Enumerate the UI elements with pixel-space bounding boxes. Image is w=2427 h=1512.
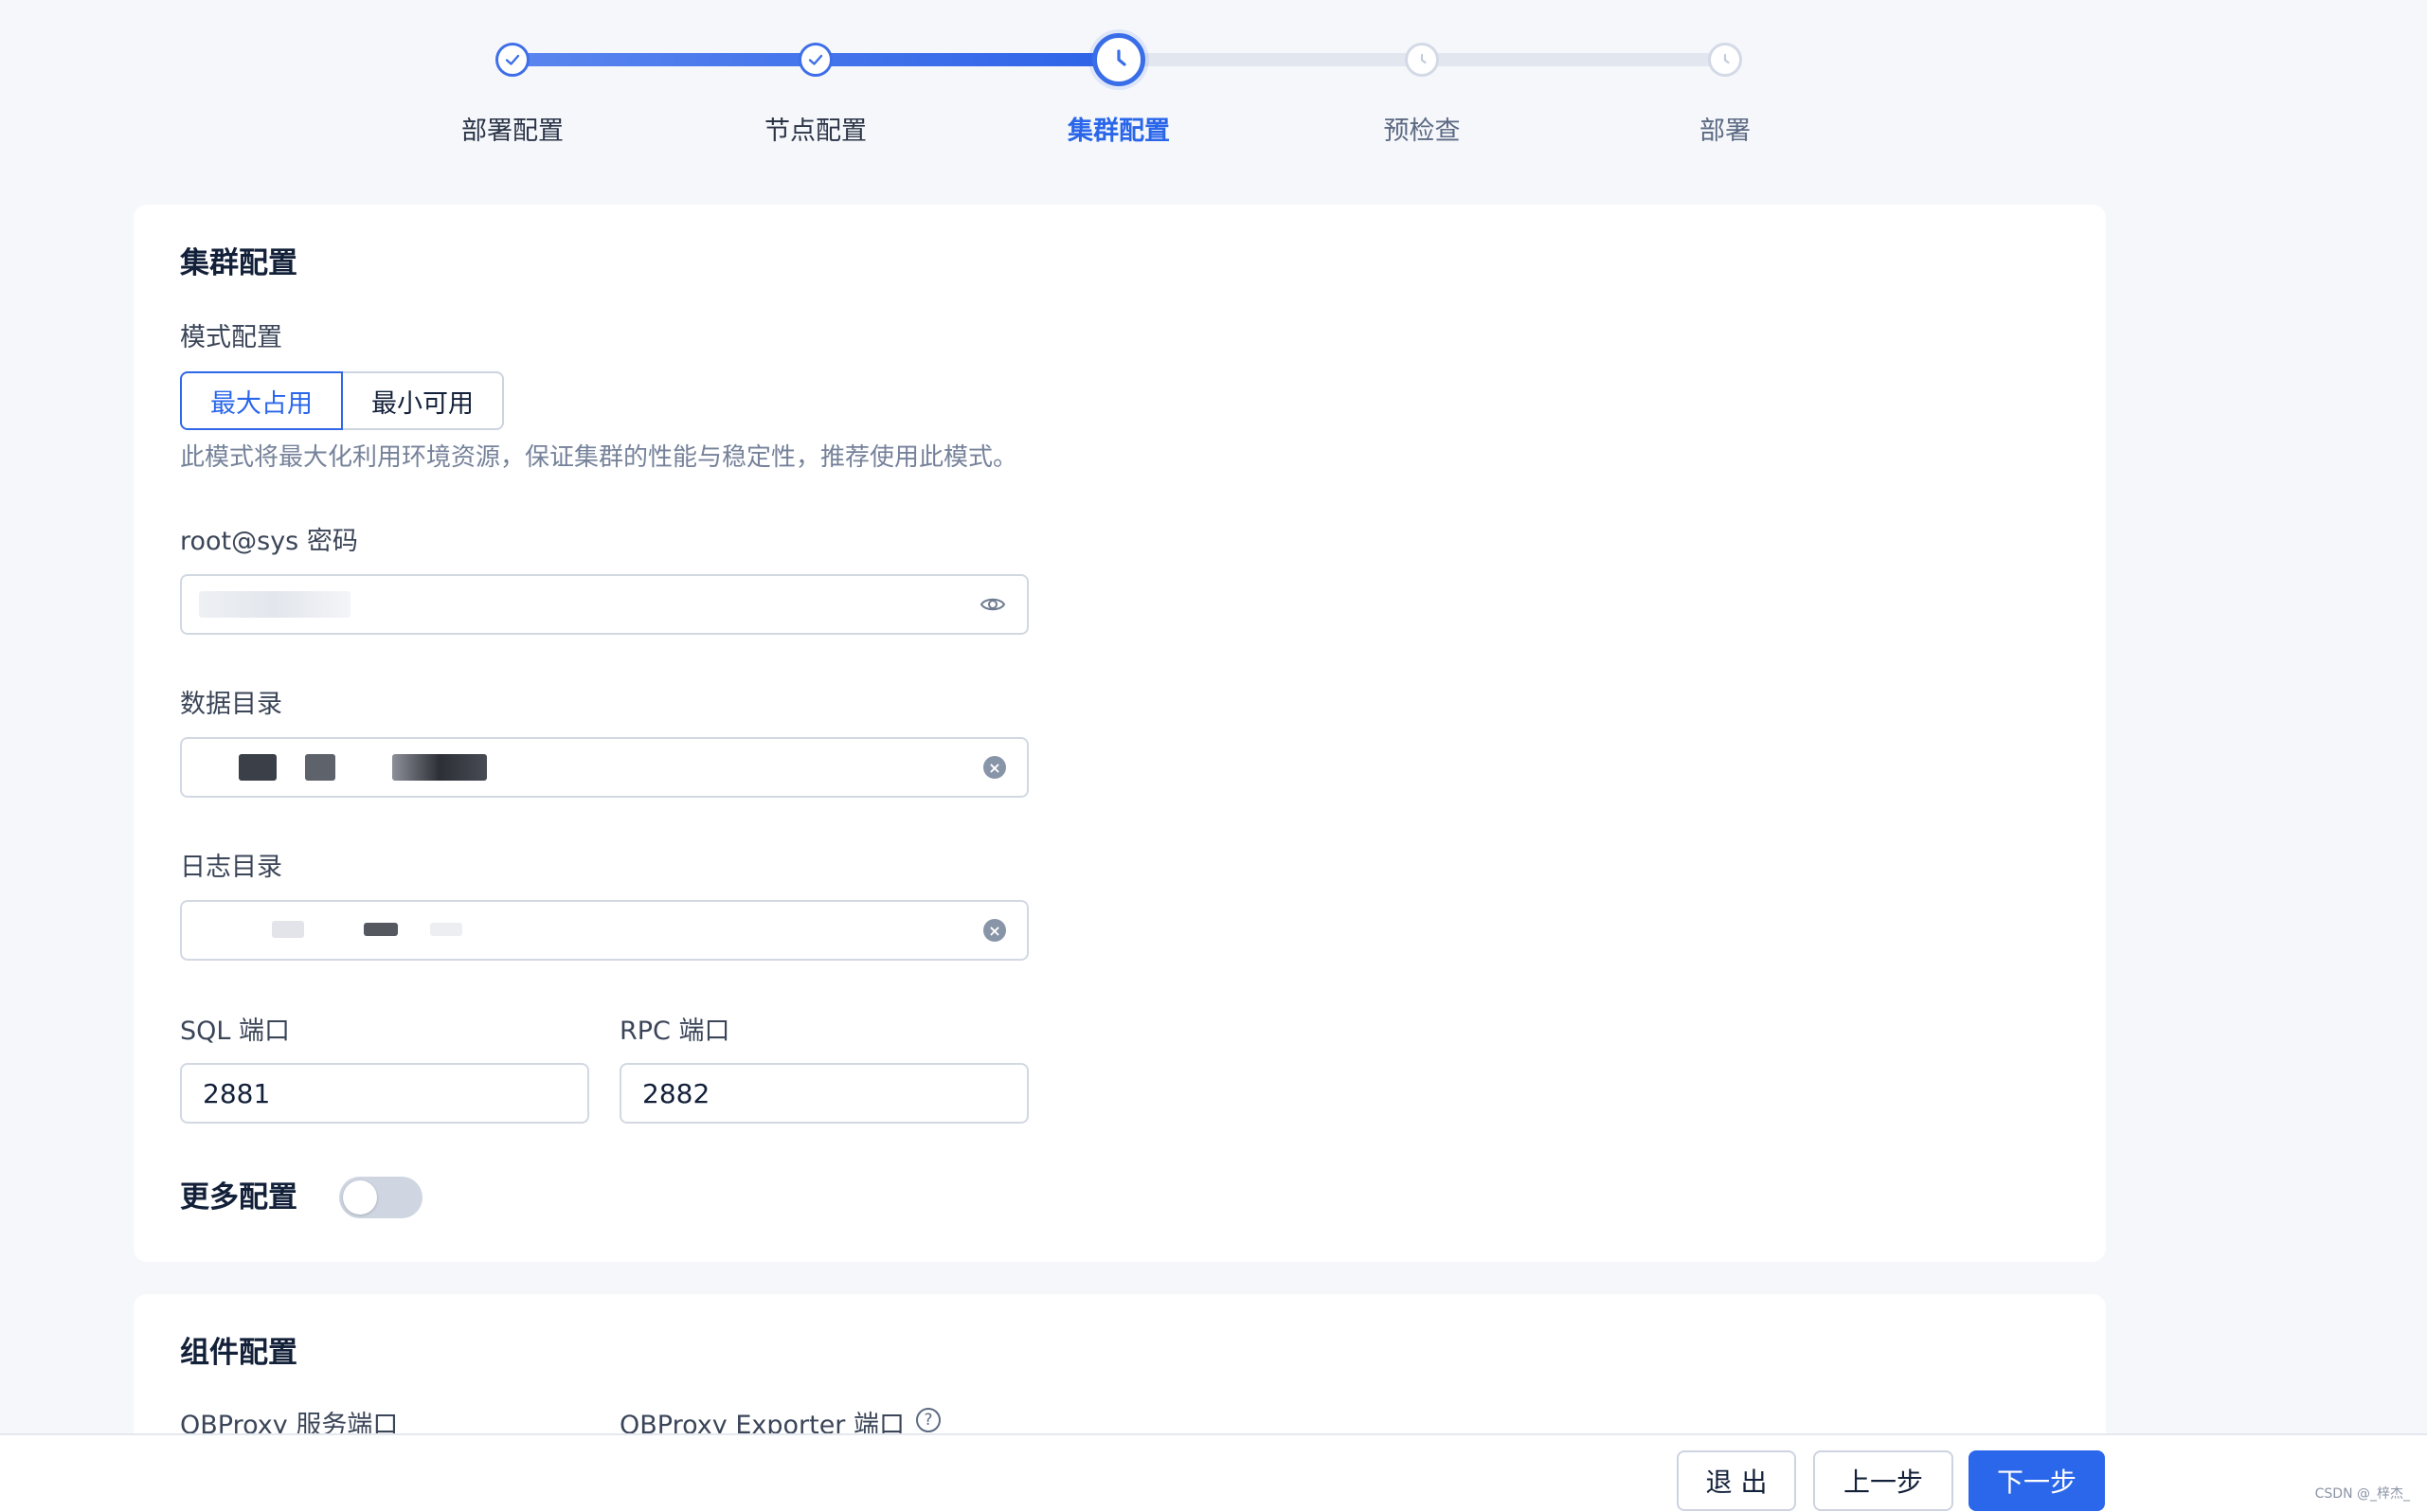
step-3-clock-icon — [1092, 33, 1145, 86]
log-dir-input[interactable]: × — [180, 900, 1029, 961]
next-step-button[interactable]: 下一步 — [1969, 1450, 2105, 1511]
more-config-label: 更多配置 — [180, 1180, 297, 1215]
data-dir-redacted-2 — [305, 754, 335, 781]
clear-log-dir-icon[interactable]: × — [983, 919, 1006, 942]
data-dir-redacted-3 — [392, 754, 487, 781]
step-label-precheck: 预检查 — [1383, 117, 1461, 146]
data-dir-label: 数据目录 — [180, 690, 282, 719]
component-config-title: 组件配置 — [180, 1336, 297, 1370]
step-label-node-config: 节点配置 — [764, 117, 867, 146]
sql-port-label: SQL 端口 — [180, 1017, 291, 1046]
toggle-knob — [343, 1180, 377, 1215]
log-dir-redacted-2 — [364, 923, 398, 936]
steps-progress: 部署配置 节点配置 集群配置 预检查 部署 — [0, 0, 2427, 161]
step-label-cluster-config: 集群配置 — [1068, 117, 1170, 146]
exit-button[interactable]: 退 出 — [1677, 1450, 1796, 1511]
step-4-clock-icon — [1405, 43, 1439, 77]
prev-step-button[interactable]: 上一步 — [1813, 1450, 1953, 1511]
footer-bar: 退 出 上一步 下一步 CSDN @_梓杰_ — [0, 1433, 2427, 1512]
step-5-clock-icon — [1708, 43, 1742, 77]
step-2-check-icon — [799, 43, 833, 77]
data-dir-input[interactable]: × — [180, 737, 1029, 798]
password-label: root@sys 密码 — [180, 527, 358, 556]
step-1-check-icon — [495, 43, 530, 77]
cluster-config-title: 集群配置 — [180, 246, 297, 280]
rpc-port-label: RPC 端口 — [620, 1017, 730, 1046]
sql-port-input[interactable]: 2881 — [180, 1063, 589, 1124]
step-label-deploy-config: 部署配置 — [461, 117, 564, 146]
mode-radio-group: 最大占用 最小可用 — [180, 371, 504, 430]
log-dir-redacted-3 — [430, 923, 462, 936]
mode-config-label: 模式配置 — [180, 323, 282, 352]
mode-help-text: 此模式将最大化利用环境资源，保证集群的性能与稳定性，推荐使用此模式。 — [180, 443, 1018, 472]
log-dir-label: 日志目录 — [180, 853, 282, 882]
more-config-toggle[interactable] — [339, 1177, 422, 1218]
watermark-text: CSDN @_梓杰_ — [2314, 1486, 2410, 1502]
help-question-icon[interactable]: ? — [916, 1408, 941, 1432]
cluster-config-card: 集群配置 模式配置 最大占用 最小可用 此模式将最大化利用环境资源，保证集群的性… — [134, 205, 2106, 1262]
data-dir-redacted-1 — [239, 754, 277, 781]
mode-option-max[interactable]: 最大占用 — [180, 371, 343, 430]
rpc-port-input[interactable]: 2882 — [620, 1063, 1029, 1124]
clear-data-dir-icon[interactable]: × — [983, 756, 1006, 779]
step-label-deploy: 部署 — [1699, 117, 1751, 146]
eye-icon[interactable] — [980, 595, 1006, 614]
password-redacted — [199, 591, 351, 618]
mode-option-min[interactable]: 最小可用 — [343, 371, 504, 430]
component-config-card: 组件配置 OBProxy 服务端口 OBProxy Exporter 端口 ? — [134, 1294, 2106, 1440]
password-input[interactable] — [180, 574, 1029, 635]
log-dir-redacted-1 — [272, 921, 304, 938]
